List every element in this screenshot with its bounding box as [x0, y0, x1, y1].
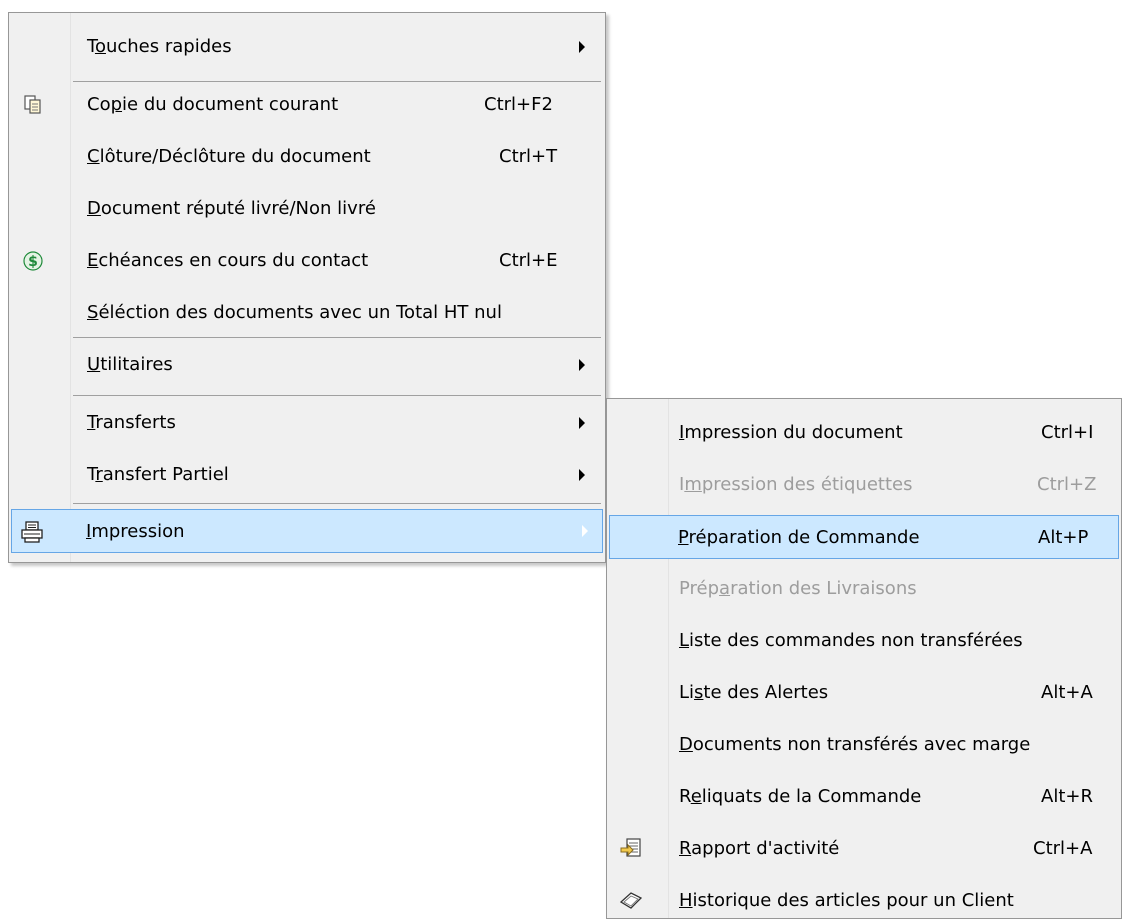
menu-separator: [73, 337, 601, 338]
menu-item-label: Utilitaires: [87, 354, 173, 375]
menu-item-transferts[interactable]: Transferts: [11, 401, 603, 445]
menu-item-label: Clôture/Déclôture du document: [87, 146, 371, 167]
submenu-item-liste-alertes[interactable]: Liste des Alertes Alt+A: [609, 671, 1119, 715]
menu-separator: [73, 503, 601, 504]
menu-item-label: Préparation des Livraisons: [679, 578, 917, 599]
submenu-item-historique-articles[interactable]: Historique des articles pour un Client: [609, 879, 1119, 918]
menu-item-label: Rapport d'activité: [679, 838, 840, 859]
menu-item-label: Copie du document courant: [87, 94, 339, 115]
context-menu: Touches rapides Copie du document couran…: [8, 12, 606, 563]
shortcut-label: Alt+A: [1041, 682, 1093, 703]
menu-item-copie-document[interactable]: Copie du document courant Ctrl+F2: [11, 83, 603, 127]
menu-item-utilitaires[interactable]: Utilitaires: [11, 343, 603, 387]
menu-item-cloture-document[interactable]: Clôture/Déclôture du document Ctrl+T: [11, 135, 603, 179]
shortcut-label: Ctrl+E: [499, 250, 558, 271]
submenu-arrow-icon: [579, 359, 585, 371]
menu-item-touches-rapides[interactable]: Touches rapides: [11, 25, 603, 69]
submenu-arrow-icon: [579, 469, 585, 481]
menu-item-echeances[interactable]: $ Echéances en cours du contact Ctrl+E: [11, 239, 603, 283]
menu-item-selection-total-nul[interactable]: Séléction des documents avec un Total HT…: [11, 291, 603, 335]
submenu-item-preparation-livraisons[interactable]: Préparation des Livraisons: [609, 567, 1119, 611]
menu-item-label: Impression: [86, 521, 185, 542]
menu-item-label: Transfert Partiel: [87, 464, 229, 485]
menu-item-label: Liste des commandes non transférées: [679, 630, 1023, 651]
submenu-item-liste-commandes[interactable]: Liste des commandes non transférées: [609, 619, 1119, 663]
menu-item-label: Document réputé livré/Non livré: [87, 198, 376, 219]
menu-item-transfert-partiel[interactable]: Transfert Partiel: [11, 453, 603, 497]
menu-item-label: Impression du document: [679, 422, 903, 443]
shortcut-label: Ctrl+I: [1041, 422, 1094, 443]
menu-item-label: Séléction des documents avec un Total HT…: [87, 302, 502, 323]
report-icon: [619, 837, 643, 861]
submenu-item-reliquats[interactable]: Reliquats de la Commande Alt+R: [609, 775, 1119, 819]
menu-item-label: Touches rapides: [87, 36, 232, 57]
shortcut-label: Ctrl+T: [499, 146, 558, 167]
submenu-arrow-icon: [582, 525, 588, 537]
menu-item-label: Documents non transférés avec marge: [679, 734, 1031, 755]
submenu-item-impression-etiquettes[interactable]: Impression des étiquettes Ctrl+Z: [609, 463, 1119, 507]
impression-submenu: Impression du document Ctrl+I Impression…: [606, 398, 1122, 919]
menu-item-label: Transferts: [87, 412, 176, 433]
menu-item-label: Reliquats de la Commande: [679, 786, 922, 807]
submenu-item-preparation-commande[interactable]: Préparation de Commande Alt+P: [609, 515, 1119, 559]
menu-item-label: Echéances en cours du contact: [87, 250, 369, 271]
submenu-item-impression-document[interactable]: Impression du document Ctrl+I: [609, 411, 1119, 455]
menu-item-label: Préparation de Commande: [678, 527, 920, 548]
menu-item-label: Liste des Alertes: [679, 682, 829, 703]
submenu-item-documents-marge[interactable]: Documents non transférés avec marge: [609, 723, 1119, 767]
svg-text:$: $: [28, 254, 38, 270]
menu-separator: [73, 395, 601, 396]
shortcut-label: Ctrl+A: [1033, 838, 1093, 859]
menu-item-label: Impression des étiquettes: [679, 474, 913, 495]
history-icon: [619, 889, 643, 913]
printer-icon: [20, 520, 44, 544]
dollar-icon: $: [21, 249, 45, 273]
copy-document-icon: [21, 93, 45, 117]
menu-item-document-livre[interactable]: Document réputé livré/Non livré: [11, 187, 603, 231]
menu-item-label: Historique des articles pour un Client: [679, 890, 1014, 911]
shortcut-label: Ctrl+F2: [484, 94, 553, 115]
shortcut-label: Alt+R: [1041, 786, 1093, 807]
shortcut-label: Alt+P: [1038, 527, 1089, 548]
menu-separator: [73, 81, 601, 82]
submenu-item-rapport-activite[interactable]: Rapport d'activité Ctrl+A: [609, 827, 1119, 871]
submenu-arrow-icon: [579, 41, 585, 53]
menu-item-impression[interactable]: Impression: [11, 509, 603, 553]
shortcut-label: Ctrl+Z: [1037, 474, 1097, 495]
submenu-arrow-icon: [579, 417, 585, 429]
